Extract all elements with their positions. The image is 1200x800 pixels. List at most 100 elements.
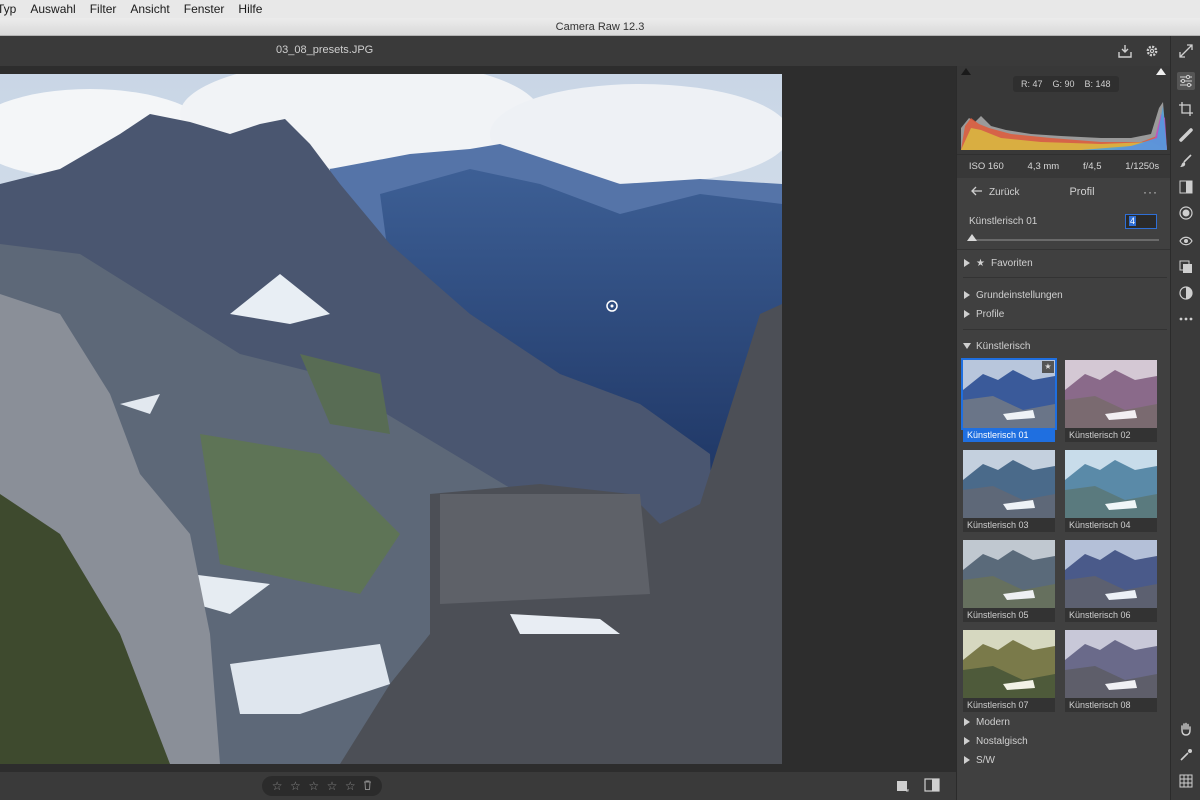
group-label: Nostalgisch [976, 735, 1028, 747]
before-after-icon[interactable] [924, 778, 940, 794]
group-modern[interactable]: Modern [957, 714, 1171, 730]
profile-name: Künstlerisch 06 [1065, 608, 1157, 622]
profile-preview [963, 540, 1055, 608]
star-icon[interactable]: ☆ [272, 779, 283, 793]
group-favoriten[interactable]: ★ Favoriten [957, 254, 1171, 272]
expand-arrow-icon [964, 310, 970, 318]
group-profile[interactable]: Profile [957, 305, 1171, 323]
hand-icon[interactable] [1177, 720, 1195, 738]
profile-tile[interactable]: ★ Künstlerisch 01 [961, 358, 1057, 442]
single-view-icon[interactable] [896, 778, 912, 794]
profile-tile[interactable]: Künstlerisch 03 [963, 450, 1055, 532]
green-value: G: 90 [1052, 79, 1075, 89]
profile-tile[interactable]: Künstlerisch 04 [1065, 450, 1157, 532]
profile-name: Künstlerisch 02 [1065, 428, 1157, 442]
document-filename: 03_08_presets.JPG [276, 44, 374, 56]
highlight-clipping-icon[interactable] [1156, 68, 1166, 75]
divider [963, 329, 1167, 330]
gear-icon[interactable] [1143, 42, 1161, 60]
amount-slider-track[interactable] [969, 239, 1159, 241]
menu-auswahl[interactable]: Auswahl [23, 2, 82, 16]
expand-arrow-icon [964, 718, 970, 726]
menu-typ[interactable]: Typ [0, 2, 23, 16]
group-nostalgisch[interactable]: Nostalgisch [957, 733, 1171, 749]
group-label: S/W [976, 754, 995, 766]
bottom-toolbar: ☆ ☆ ☆ ☆ ☆ [0, 772, 956, 800]
amount-slider-thumb[interactable] [967, 234, 977, 241]
star-icon[interactable]: ☆ [345, 779, 356, 793]
star-icon[interactable]: ☆ [308, 779, 319, 793]
group-label: Grundeinstellungen [976, 289, 1063, 301]
aperture-value: f/4,5 [1083, 161, 1102, 172]
adjustment-brush-icon[interactable] [1177, 152, 1195, 170]
window-title: Camera Raw 12.3 [0, 18, 1200, 36]
favorite-star-icon[interactable]: ★ [1042, 361, 1054, 373]
menu-filter[interactable]: Filter [83, 2, 124, 16]
menu-ansicht[interactable]: Ansicht [123, 2, 176, 16]
profile-preview [1065, 360, 1157, 428]
group-label: Modern [976, 716, 1010, 728]
document-header: 03_08_presets.JPG [0, 36, 1170, 66]
profile-preview [963, 450, 1055, 518]
tool-strip [1170, 36, 1200, 800]
profile-preview [1065, 540, 1157, 608]
profile-tile[interactable]: Künstlerisch 08 [1065, 630, 1157, 712]
profile-name: Künstlerisch 03 [963, 518, 1055, 532]
histogram-graph [961, 102, 1167, 150]
menu-fenster[interactable]: Fenster [177, 2, 232, 16]
more-options-icon[interactable]: ··· [1143, 185, 1158, 199]
rgb-readout: R: 47 G: 90 B: 148 [1013, 76, 1119, 92]
radial-filter-icon[interactable] [1177, 204, 1195, 222]
red-value: R: 47 [1021, 79, 1043, 89]
iso-value: ISO 160 [968, 161, 1004, 172]
presets-icon[interactable] [1177, 284, 1195, 302]
menu-hilfe[interactable]: Hilfe [231, 2, 269, 16]
red-eye-icon[interactable] [1177, 232, 1195, 250]
group-grundeinstellungen[interactable]: Grundeinstellungen [957, 286, 1171, 304]
group-label: Favoriten [990, 257, 1033, 269]
shutter-speed: 1/1250s [1125, 161, 1160, 172]
graduated-filter-icon[interactable] [1177, 178, 1195, 196]
profile-tile[interactable]: Künstlerisch 06 [1065, 540, 1157, 622]
crop-icon[interactable] [1177, 100, 1195, 118]
profile-name: Künstlerisch 01 [963, 428, 1055, 442]
menu-bar: Typ Auswahl Filter Ansicht Fenster Hilfe [0, 0, 1200, 18]
star-icon[interactable]: ☆ [327, 779, 338, 793]
group-label: Künstlerisch [976, 340, 1031, 352]
profile-preview [963, 630, 1055, 698]
profile-tile[interactable]: Künstlerisch 02 [1065, 360, 1157, 442]
divider [963, 277, 1167, 278]
edit-sliders-icon[interactable] [1177, 72, 1195, 90]
profile-name: Künstlerisch 04 [1065, 518, 1157, 532]
group-sw[interactable]: S/W [957, 752, 1171, 768]
grid-overlay-icon[interactable] [1177, 772, 1195, 790]
profile-tile[interactable]: Künstlerisch 05 [963, 540, 1055, 622]
profile-name: Künstlerisch 07 [963, 698, 1055, 712]
snapshots-icon[interactable] [1177, 258, 1195, 276]
profile-preview [1065, 630, 1157, 698]
collapse-arrow-icon [963, 343, 971, 349]
focal-length: 4,3 mm [1027, 161, 1060, 172]
amount-input[interactable]: 4 [1125, 214, 1157, 229]
fullscreen-icon[interactable] [1177, 42, 1195, 60]
panel-title: Profil [1069, 186, 1095, 198]
profile-name: Künstlerisch 08 [1065, 698, 1157, 712]
star-icon: ★ [976, 257, 985, 269]
group-kuenstlerisch[interactable]: Künstlerisch [957, 337, 1171, 355]
healing-brush-icon[interactable] [1177, 126, 1195, 144]
image-canvas[interactable] [0, 66, 956, 772]
histogram: R: 47 G: 90 B: 148 [957, 66, 1171, 154]
edit-panel: R: 47 G: 90 B: 148 ISO 160 4,3 mm f/4,5 … [956, 66, 1171, 800]
trash-icon[interactable] [363, 780, 372, 793]
more-tools-icon[interactable] [1177, 310, 1195, 328]
blue-value: B: 148 [1084, 79, 1111, 89]
profile-preview [1065, 450, 1157, 518]
star-icon[interactable]: ☆ [290, 779, 301, 793]
mountain-photo[interactable] [0, 74, 782, 764]
rating-control[interactable]: ☆ ☆ ☆ ☆ ☆ [262, 776, 382, 796]
color-sampler-icon[interactable] [1177, 746, 1195, 764]
shadow-clipping-icon[interactable] [961, 68, 971, 75]
profile-tile[interactable]: Künstlerisch 07 [963, 630, 1055, 712]
save-image-icon[interactable] [1116, 42, 1134, 60]
profile-amount: Künstlerisch 01 4 [957, 206, 1171, 250]
